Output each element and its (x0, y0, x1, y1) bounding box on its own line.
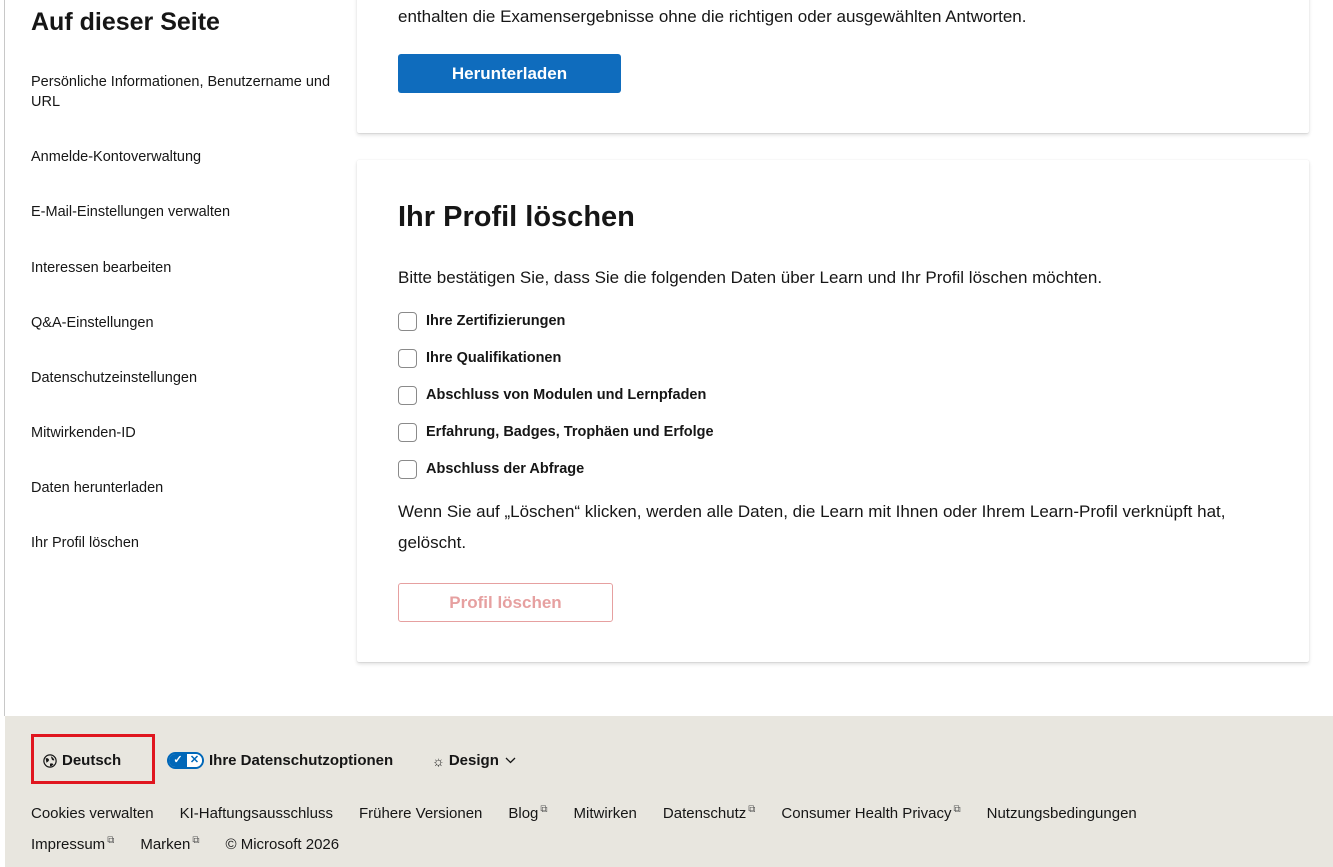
sidebar-item-account-management[interactable]: Anmelde-Kontoverwaltung (31, 147, 331, 167)
download-description: enthalten die Examensergebnisse ohne die… (398, 7, 1027, 26)
delete-profile-title: Ihr Profil löschen (398, 201, 635, 233)
checkbox-box[interactable] (398, 311, 417, 331)
design-menu-button[interactable]: ☼ Design (432, 752, 516, 769)
footer-link-ai-disclaimer[interactable]: KI-Haftungsausschluss (180, 805, 333, 822)
checkbox-modules-paths[interactable]: Abschluss von Modulen und Lernpfaden (398, 385, 706, 405)
footer-link-cookies[interactable]: Cookies verwalten (31, 805, 154, 822)
checkbox-query-completion[interactable]: Abschluss der Abfrage (398, 459, 584, 479)
download-data-card: enthalten die Examensergebnisse ohne die… (357, 0, 1309, 133)
footer-link-consumer-health[interactable]: Consumer Health Privacy ⧉ (781, 804, 961, 822)
checkbox-qualifications[interactable]: Ihre Qualifikationen (398, 348, 561, 368)
sidebar-title: Auf dieser Seite (31, 8, 220, 36)
checkbox-box[interactable] (398, 348, 417, 368)
checkbox-label: Abschluss der Abfrage (426, 461, 585, 477)
external-link-icon: ⧉ (107, 835, 115, 846)
external-link-icon: ⧉ (953, 804, 961, 815)
footer-link-terms[interactable]: Nutzungsbedingungen (987, 805, 1137, 822)
footer-link-contribute[interactable]: Mitwirken (574, 805, 637, 822)
checkbox-label: Abschluss von Modulen und Lernpfaden (426, 387, 707, 403)
sidebar-item-download-data[interactable]: Daten herunterladen (31, 478, 331, 498)
footer-link-previous-versions[interactable]: Frühere Versionen (359, 805, 482, 822)
sidebar-item-personal-info[interactable]: Persönliche Informationen, Benutzername … (31, 72, 331, 112)
checkbox-box[interactable] (398, 459, 417, 479)
globe-icon (43, 753, 57, 768)
footer-link-trademarks[interactable]: Marken ⧉ (140, 835, 200, 853)
sidebar-item-privacy-settings[interactable]: Datenschutzeinstellungen (31, 368, 331, 388)
footer-link-blog[interactable]: Blog ⧉ (508, 804, 548, 822)
sidebar-item-contributor-id[interactable]: Mitwirkenden-ID (31, 423, 331, 443)
language-label: Deutsch (62, 752, 122, 769)
sidebar-item-delete-profile[interactable]: Ihr Profil löschen (31, 533, 331, 553)
privacy-toggle-icon: ✓ ✕ (167, 752, 204, 769)
chevron-down-icon (505, 757, 516, 764)
delete-profile-button[interactable]: Profil löschen (398, 583, 613, 622)
left-divider (0, 0, 5, 716)
checkbox-box[interactable] (398, 385, 417, 405)
design-label: Design (448, 752, 499, 769)
footer: Deutsch ✓ ✕ Ihre Datenschutzoptionen ☼ De… (5, 716, 1333, 867)
download-button[interactable]: Herunterladen (398, 54, 621, 93)
delete-confirm-text: Bitte bestätigen Sie, dass Sie die folge… (398, 268, 1103, 287)
language-selector[interactable]: Deutsch (43, 752, 121, 769)
page: Auf dieser Seite Persönliche Information… (0, 0, 1333, 867)
external-link-icon: ⧉ (192, 835, 200, 846)
checkbox-certifications[interactable]: Ihre Zertifizierungen (398, 311, 565, 331)
checkbox-label: Erfahrung, Badges, Trophäen und Erfolge (426, 424, 714, 440)
footer-links-primary: Cookies verwalten KI-Haftungsausschluss … (31, 804, 1163, 822)
delete-profile-card: Ihr Profil löschen Bitte bestätigen Sie,… (357, 160, 1309, 662)
footer-link-privacy[interactable]: Datenschutz ⧉ (663, 804, 756, 822)
checkbox-label: Ihre Zertifizierungen (426, 313, 566, 329)
privacy-options-link[interactable]: ✓ ✕ Ihre Datenschutzoptionen (167, 752, 393, 769)
checkbox-experience-badges[interactable]: Erfahrung, Badges, Trophäen und Erfolge (398, 422, 714, 442)
sidebar-item-interests[interactable]: Interessen bearbeiten (31, 258, 331, 278)
external-link-icon: ⧉ (540, 804, 548, 815)
sun-icon: ☼ (432, 752, 445, 769)
privacy-options-label: Ihre Datenschutzoptionen (209, 752, 394, 769)
checkbox-label: Ihre Qualifikationen (426, 350, 562, 366)
checkbox-box[interactable] (398, 422, 417, 442)
external-link-icon: ⧉ (748, 804, 756, 815)
sidebar-item-email-settings[interactable]: E-Mail-Einstellungen verwalten (31, 202, 331, 222)
sidebar-item-qa-settings[interactable]: Q&A-Einstellungen (31, 313, 331, 333)
delete-warning-text: Wenn Sie auf „Löschen“ klicken, werden a… (398, 502, 1226, 552)
copyright: © Microsoft 2026 (225, 836, 340, 853)
footer-link-imprint[interactable]: Impressum ⧉ (31, 835, 115, 853)
footer-links-secondary: Impressum ⧉ Marken ⧉ © Microsoft 2026 (31, 835, 365, 853)
